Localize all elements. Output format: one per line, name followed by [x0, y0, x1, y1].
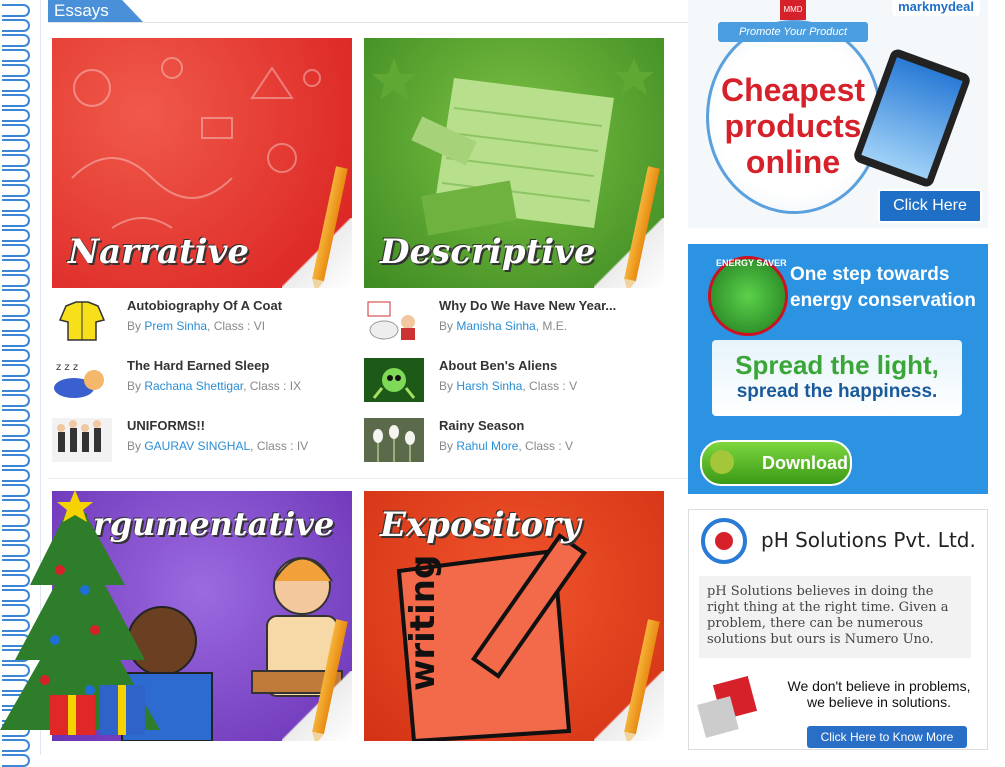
- brand-logo: markmydeal: [892, 0, 980, 16]
- ph-logo-icon: [701, 518, 747, 564]
- expository-card[interactable]: writing Expository: [364, 491, 664, 741]
- know-more-button[interactable]: Click Here to Know More: [807, 726, 967, 748]
- item-title[interactable]: Rainy Season: [439, 418, 524, 433]
- spiral-ring: [2, 94, 30, 107]
- power-icon: [708, 256, 788, 336]
- spiral-ring: [2, 754, 30, 767]
- section-divider: [48, 478, 688, 479]
- card-title: Narrative: [68, 232, 249, 272]
- tagline-box: Spread the light, spread the happiness.: [712, 340, 962, 416]
- spiral-ring: [2, 289, 30, 302]
- svg-text:writing: writing: [403, 555, 443, 691]
- spiral-ring: [2, 169, 30, 182]
- item-title[interactable]: Autobiography Of A Coat: [127, 298, 282, 313]
- spiral-ring: [2, 274, 30, 287]
- spiral-ring: [2, 304, 30, 317]
- list-item[interactable]: z z z The Hard Earned Sleep By Rachana S…: [52, 358, 352, 408]
- item-byline: By GAURAV SINGHAL, Class : IV: [127, 439, 309, 453]
- spiral-ring: [2, 379, 30, 392]
- android-icon: [710, 450, 734, 474]
- card-title: Expository: [380, 505, 581, 545]
- item-title[interactable]: About Ben's Aliens: [439, 358, 557, 373]
- spiral-ring: [2, 19, 30, 32]
- energy-saver-ad[interactable]: ENERGY SAVER One step towards energy con…: [688, 244, 988, 494]
- item-byline: By Prem Sinha, Class : VI: [127, 319, 266, 333]
- item-title[interactable]: Why Do We Have New Year...: [439, 298, 616, 313]
- spiral-ring: [2, 424, 30, 437]
- christmas-tree-decoration: [0, 490, 160, 735]
- spiral-ring: [2, 469, 30, 482]
- author-link[interactable]: Rachana Shettigar: [144, 379, 243, 393]
- energy-saver-badge: ENERGY SAVER: [716, 258, 787, 268]
- item-title[interactable]: The Hard Earned Sleep: [127, 358, 269, 373]
- spiral-ring: [2, 364, 30, 377]
- list-item[interactable]: Rainy Season By Rahul More, Class : V: [364, 418, 688, 468]
- list-item[interactable]: Autobiography Of A Coat By Prem Sinha, C…: [52, 298, 352, 348]
- svg-text:z z z: z z z: [56, 362, 78, 373]
- essays-section-tab[interactable]: Essays: [48, 0, 143, 22]
- spiral-ring: [2, 109, 30, 122]
- coat-thumbnail: [52, 298, 112, 342]
- spiral-ring: [2, 64, 30, 77]
- spiral-ring: [2, 79, 30, 92]
- rain-thumbnail: [364, 418, 424, 462]
- spiral-ring: [2, 244, 30, 257]
- company-description: pH Solutions believes in doing the right…: [699, 576, 971, 658]
- ph-solutions-ad[interactable]: pH Solutions Pvt. Ltd. pH Solutions beli…: [688, 509, 988, 750]
- spiral-ring: [2, 199, 30, 212]
- spiral-ring: [2, 184, 30, 197]
- spiral-ring: [2, 139, 30, 152]
- card-title: Descriptive: [380, 232, 596, 272]
- spiral-ring: [2, 229, 30, 242]
- spiral-ring: [2, 349, 30, 362]
- author-link[interactable]: GAURAV SINGHAL: [144, 439, 250, 453]
- author-link[interactable]: Prem Sinha: [144, 319, 207, 333]
- spiral-ring: [2, 334, 30, 347]
- list-item[interactable]: Why Do We Have New Year... By Manisha Si…: [364, 298, 688, 348]
- slogan: We don't believe in problems, we believe …: [787, 678, 971, 710]
- item-byline: By Harsh Sinha, Class : V: [439, 379, 578, 393]
- item-byline: By Rachana Shettigar, Class : IX: [127, 379, 302, 393]
- section-divider: [48, 22, 688, 23]
- spiral-ring: [2, 394, 30, 407]
- company-name: pH Solutions Pvt. Ltd.: [761, 528, 976, 552]
- spiral-ring: [2, 409, 30, 422]
- headline: Cheapest products online: [720, 72, 866, 180]
- spiral-ring: [2, 4, 30, 17]
- promote-ribbon: Promote Your Product: [718, 22, 868, 42]
- sleep-thumbnail: z z z: [52, 358, 112, 402]
- list-item[interactable]: About Ben's Aliens By Harsh Sinha, Class…: [364, 358, 688, 408]
- spiral-ring: [2, 124, 30, 137]
- spiral-ring: [2, 259, 30, 272]
- descriptive-card[interactable]: Descriptive: [364, 38, 664, 288]
- item-byline: By Manisha Sinha, M.E.: [439, 319, 568, 333]
- markmydeal-ad[interactable]: markmydeal MMD Promote Your Product Chea…: [688, 0, 988, 228]
- narrative-card[interactable]: Narrative: [52, 38, 352, 288]
- spiral-ring: [2, 319, 30, 332]
- spiral-ring: [2, 214, 30, 227]
- puzzle-icon: [697, 675, 758, 738]
- item-byline: By Rahul More, Class : V: [439, 439, 574, 453]
- item-title[interactable]: UNIFORMS!!: [127, 418, 205, 433]
- list-item[interactable]: UNIFORMS!! By GAURAV SINGHAL, Class : IV: [52, 418, 352, 468]
- mmd-badge: MMD: [780, 0, 806, 20]
- spiral-ring: [2, 34, 30, 47]
- spiral-ring: [2, 154, 30, 167]
- author-link[interactable]: Harsh Sinha: [456, 379, 522, 393]
- spiral-ring: [2, 439, 30, 452]
- author-link[interactable]: Rahul More: [456, 439, 518, 453]
- aliens-thumbnail: [364, 358, 424, 402]
- spiral-ring: [2, 454, 30, 467]
- click-here-button[interactable]: Click Here: [878, 189, 982, 223]
- author-link[interactable]: Manisha Sinha: [456, 319, 535, 333]
- energy-headline: One step towards energy conservation: [790, 264, 976, 311]
- spiral-ring: [2, 49, 30, 62]
- uniforms-thumbnail: [52, 418, 112, 462]
- new-year-thumbnail: [364, 298, 424, 342]
